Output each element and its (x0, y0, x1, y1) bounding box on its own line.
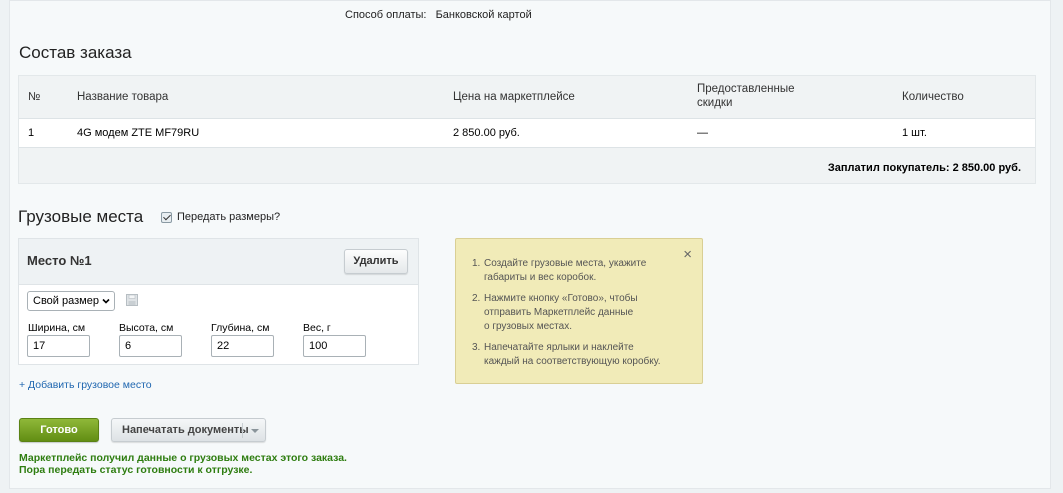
cell-num: 1 (28, 127, 35, 139)
hint-num: 2. (472, 293, 481, 304)
cargo-places-title: Грузовые места (18, 207, 144, 226)
chevron-down-icon (102, 298, 110, 304)
table-row: 1 4G модем ZTE MF79RU 2 850.00 руб. — 1 … (19, 118, 1035, 148)
pass-sizes-label[interactable]: Передать размеры? (177, 211, 280, 223)
pass-sizes-checkbox[interactable] (161, 211, 172, 223)
hint-text: Нажмите кнопку «Готово», чтобы отправить… (484, 292, 638, 334)
hint-line: Нажмите кнопку «Готово», чтобы (484, 293, 638, 304)
order-total: Заплатил покупатель: 2 850.00 руб. (827, 162, 1021, 174)
cargo-place-header: Место №1 Удалить (19, 239, 418, 285)
cargo-place-card: Место №1 Удалить Свой размер Ширина, см … (18, 238, 419, 365)
pass-sizes-toggle[interactable]: Передать размеры? (161, 211, 280, 223)
col-qty: Количество (902, 91, 964, 103)
cargo-place-title: Место №1 (27, 253, 92, 268)
instructions-hint: × 1. Создайте грузовые места, укажите га… (455, 238, 703, 384)
done-button[interactable]: Готово (19, 418, 99, 442)
depth-input[interactable]: 22 (211, 335, 274, 357)
width-input[interactable]: 17 (27, 335, 90, 357)
cell-name: 4G модем ZTE MF79RU (77, 127, 200, 139)
height-input[interactable]: 6 (119, 335, 182, 357)
status-message: Маркетплейс получил данные о грузовых ме… (19, 452, 347, 476)
weight-input[interactable]: 100 (303, 335, 366, 357)
box-size-select-value: Свой размер (33, 295, 99, 307)
col-discounts-line2: скидки (697, 97, 733, 109)
weight-label: Вес, г (303, 322, 331, 334)
list-item: 1. Создайте грузовые места, укажите габа… (472, 257, 677, 285)
hint-line: каждый на соответствующую коробку. (484, 356, 661, 367)
hint-num: 1. (472, 258, 481, 269)
list-item: 3. Напечатайте ярлыки и наклейте каждый … (472, 341, 677, 369)
print-documents-button[interactable]: Напечатать документы (111, 418, 266, 442)
col-discounts-line1: Предоставленные (697, 83, 795, 95)
add-cargo-place-link[interactable]: + Добавить грузовое место (19, 379, 152, 391)
depth-label: Глубина, см (211, 322, 270, 334)
hint-num: 3. (472, 342, 481, 353)
hint-line: Напечатайте ярлыки и наклейте (484, 342, 634, 353)
status-line-1: Маркетплейс получил данные о грузовых ме… (19, 452, 347, 464)
save-icon[interactable] (126, 294, 138, 306)
hint-line: Создайте грузовые места, укажите (484, 258, 647, 269)
hint-line: габариты и вес коробок. (484, 272, 597, 283)
chevron-down-icon[interactable] (251, 429, 259, 433)
order-table: № Название товара Цена на маркетплейсе П… (18, 75, 1036, 184)
cell-discount: — (697, 127, 708, 139)
width-label: Ширина, см (28, 322, 86, 334)
divider (242, 423, 243, 438)
payment-method-value: Банковской картой (435, 9, 532, 21)
table-header: № Название товара Цена на маркетплейсе П… (19, 76, 1035, 118)
hint-line: отправить Маркетплейс данные (484, 307, 634, 318)
box-size-select[interactable]: Свой размер (27, 291, 115, 311)
payment-method-label: Способ оплаты: (345, 9, 427, 21)
cell-price: 2 850.00 руб. (453, 127, 520, 139)
col-num: № (28, 91, 41, 103)
hint-list: 1. Создайте грузовые места, укажите габа… (472, 257, 677, 376)
height-label: Высота, см (119, 322, 174, 334)
list-item: 2. Нажмите кнопку «Готово», чтобы отправ… (472, 292, 677, 334)
col-price: Цена на маркетплейсе (453, 91, 575, 103)
delete-place-button[interactable]: Удалить (344, 249, 408, 274)
print-documents-label: Напечатать документы (122, 424, 249, 436)
close-icon[interactable]: × (683, 246, 692, 263)
payment-method-row: Способ оплаты: Банковской картой (345, 9, 532, 21)
hint-text: Напечатайте ярлыки и наклейте каждый на … (484, 341, 661, 369)
hint-line: о грузовых местах. (484, 321, 572, 332)
status-line-2: Пора передать статус готовности к отгруз… (19, 464, 253, 476)
order-composition-title: Состав заказа (19, 43, 132, 62)
hint-text: Создайте грузовые места, укажите габарит… (484, 257, 646, 285)
col-name: Название товара (77, 91, 169, 103)
cell-qty: 1 шт. (902, 127, 927, 139)
